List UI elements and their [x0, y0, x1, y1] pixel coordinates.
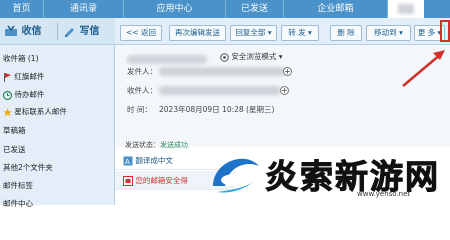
folder-sent[interactable]: 已发送: [3, 143, 26, 157]
back-label: << 返回: [126, 28, 156, 37]
recipient-blurred: [159, 86, 281, 95]
shield-icon: [220, 52, 229, 62]
from-label: 发件人：: [127, 67, 157, 76]
edit-resend-button[interactable]: 再次编辑发送: [169, 25, 226, 41]
tab-sent-label: 已发送: [240, 4, 268, 14]
svg-text:A: A: [125, 158, 130, 166]
time-label: 时 间：: [127, 105, 152, 114]
send-status-label: 发送状态：: [125, 141, 160, 149]
more-options-highlight: [440, 20, 450, 42]
todo-icon: [3, 90, 12, 100]
compose-label: 写信: [79, 26, 100, 37]
tab-enterprise-mail-label: 企业邮箱: [317, 4, 354, 14]
security-notice-label: 您的邮箱安全得: [135, 176, 188, 185]
receive-button[interactable]: 收信: [4, 22, 41, 41]
mail-action-row: 收信 写信: [0, 18, 115, 45]
star-icon: [3, 107, 12, 116]
security-icon: [123, 176, 133, 186]
receive-icon: [5, 25, 17, 36]
translate-label: 翻译成中文: [135, 156, 173, 165]
send-status: 发送状态：发送成功: [125, 140, 188, 150]
translate-icon: A: [123, 156, 133, 166]
folder-label: 红旗邮件: [14, 72, 45, 81]
folder-drafts[interactable]: 草稿箱: [3, 124, 26, 138]
subject-blurred: [127, 55, 207, 64]
tab-app-center-label: 应用中心: [156, 4, 193, 14]
watermark-logo-icon: [213, 158, 259, 193]
more-label: 更 多: [417, 28, 436, 37]
back-button[interactable]: << 返回: [120, 25, 162, 41]
chevron-down-icon: ▾: [267, 28, 272, 37]
folder-label: 邮件中心: [3, 199, 33, 208]
folder-label: 草稿箱: [3, 126, 26, 135]
sender-blurred: [159, 67, 287, 76]
tab-current-label-blurred: [398, 4, 414, 14]
add-recipient-contact-icon[interactable]: +: [280, 86, 289, 95]
send-status-value: 发送成功: [160, 141, 188, 149]
chevron-down-icon: ▾: [399, 28, 403, 37]
reply-all-button[interactable]: 回复全部 ▾: [230, 25, 277, 41]
receive-label: 收信: [21, 26, 42, 37]
time-value: 2023年08月09日 10:28 (星期三): [159, 105, 275, 114]
reply-all-label: 回复全部: [235, 28, 266, 37]
folder-other[interactable]: 其他2个文件夹: [3, 161, 53, 175]
folder-red-flag[interactable]: 红旗邮件: [3, 70, 44, 84]
tab-home-label: 首页: [12, 4, 31, 14]
delete-label: 删 除: [337, 28, 355, 37]
add-sender-contact-icon[interactable]: +: [283, 67, 292, 76]
tab-home[interactable]: 首页: [0, 0, 44, 18]
tab-contacts[interactable]: 通讯录: [44, 0, 124, 18]
red-flag-icon: [4, 72, 11, 82]
watermark-text: 炎索新游网: [265, 157, 440, 197]
tab-sent[interactable]: 已发送: [226, 0, 284, 18]
folder-label: 收件箱 (1): [3, 54, 39, 63]
folder-label: 邮件标签: [3, 181, 33, 190]
move-to-label: 移动到: [374, 28, 397, 37]
compose-button[interactable]: 写信: [63, 22, 99, 41]
folder-label: 已发送: [3, 145, 26, 154]
secure-mode-toggle[interactable]: 安全浏览模式 ▾: [220, 51, 283, 62]
top-tab-bar: 首页 通讯录 应用中心 已发送 企业邮箱: [0, 0, 450, 18]
forward-button[interactable]: 转 发 ▾: [281, 25, 319, 41]
chevron-down-icon: ▾: [278, 52, 283, 61]
mail-header: 安全浏览模式 ▾ 发件人： + 收件人： + 时 间： 2023年08月09日 …: [115, 45, 450, 147]
folder-mail-center[interactable]: 邮件中心: [3, 197, 33, 211]
tab-app-center[interactable]: 应用中心: [124, 0, 226, 18]
tab-contacts-label: 通讯录: [69, 4, 97, 14]
folder-todo[interactable]: 待办邮件: [3, 88, 44, 102]
forward-label: 转 发: [288, 28, 306, 37]
tab-enterprise-mail[interactable]: 企业邮箱: [284, 0, 388, 18]
move-to-button[interactable]: 移动到 ▾: [366, 25, 411, 41]
watermark-url: www.yenso.net: [357, 190, 411, 198]
folder-tags[interactable]: 邮件标签: [3, 179, 33, 193]
site-watermark: 炎索新游网 www.yenso.net: [205, 150, 450, 205]
secure-mode-label: 安全浏览模式: [231, 52, 277, 61]
folder-label: 星标联系人邮件: [14, 107, 67, 116]
pen-icon: [65, 28, 74, 37]
chevron-down-icon: ▾: [308, 28, 312, 37]
folder-inbox[interactable]: 收件箱 (1): [3, 52, 39, 66]
edit-resend-label: 再次编辑发送: [175, 28, 220, 37]
action-divider: [57, 23, 58, 40]
delete-button[interactable]: 删 除: [330, 25, 362, 41]
folder-star-contacts[interactable]: 星标联系人邮件: [3, 105, 67, 119]
to-label: 收件人：: [127, 86, 157, 95]
sidebar: 收信 写信 收件箱 (1) 红旗邮件 待办邮件 星标联系人邮件 草稿箱 已发送 …: [0, 18, 115, 208]
mail-toolbar: << 返回 再次编辑发送 回复全部 ▾ 转 发 ▾ 删 除 移动到 ▾ 更 多 …: [115, 18, 450, 45]
folder-label: 其他2个文件夹: [3, 163, 53, 172]
folder-label: 待办邮件: [14, 90, 45, 99]
